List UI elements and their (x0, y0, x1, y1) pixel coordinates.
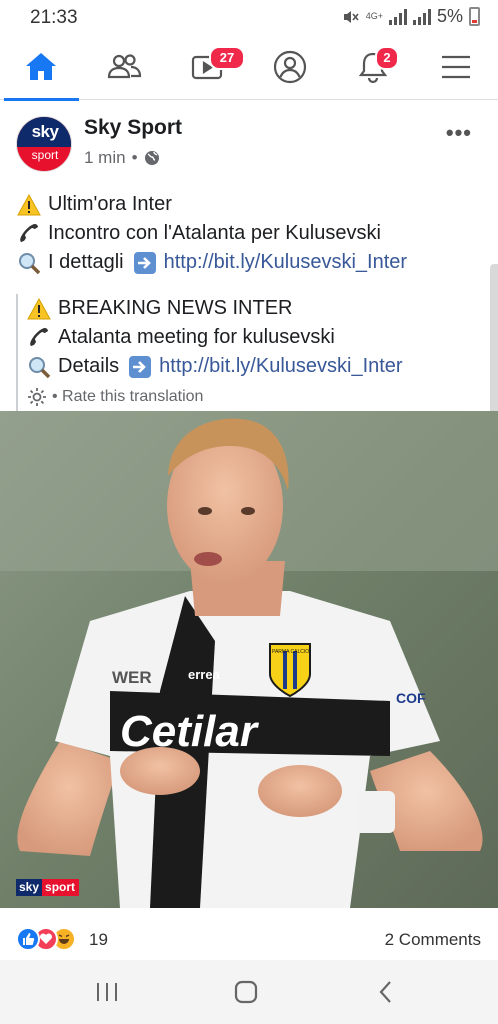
shirt-brand: errea (188, 667, 221, 682)
battery-icon (469, 7, 480, 26)
status-icons: 4G+ 5% (342, 6, 480, 27)
translation-line-text: Details (58, 355, 120, 377)
rate-separator: • (52, 388, 63, 405)
translation-block: BREAKING NEWS INTER Atalanta meeting for… (16, 294, 486, 411)
hamburger-icon (442, 55, 470, 79)
page-avatar[interactable]: sky sport (16, 116, 72, 172)
post-line-text: Ultim'ora Inter (48, 193, 172, 215)
watch-badge: 27 (209, 46, 245, 70)
back-button[interactable] (366, 976, 406, 1008)
recents-button[interactable] (87, 976, 127, 1008)
meta-separator: • (131, 148, 138, 167)
signal-icon (388, 8, 407, 25)
more-options-button[interactable]: ••• (446, 120, 472, 146)
sleeve-sponsor: COF (396, 690, 426, 706)
tab-watch[interactable]: 27 (166, 34, 248, 100)
home-icon (26, 53, 56, 80)
gear-icon (28, 387, 46, 406)
back-icon (379, 981, 391, 1003)
avatar-logo-sport: sport (31, 148, 59, 162)
translation-line: Details http://bit.ly/Kulusevski_Inter (26, 352, 486, 381)
warning-icon (16, 192, 42, 218)
system-nav-bar (0, 960, 498, 1024)
shirt-sponsor: Cetilar (120, 707, 260, 756)
rate-translation-label: Rate this translation (62, 388, 204, 405)
home-button-icon (234, 980, 258, 1004)
friends-icon (107, 54, 142, 79)
reactions-bar: 19 2 Comments (0, 908, 498, 960)
translation-line-text: Atalanta meeting for kulusevski (58, 326, 335, 348)
phone-icon (26, 325, 52, 351)
post-time[interactable]: 1 min (84, 148, 126, 168)
translation-line: Atalanta meeting for kulusevski (26, 323, 486, 352)
rate-translation[interactable]: • Rate this translation (26, 382, 486, 411)
tab-profile[interactable] (249, 34, 331, 100)
badge-text: PARMA CALCIO (272, 649, 309, 655)
phone-icon (16, 221, 42, 247)
notifications-badge: 2 (375, 46, 399, 70)
post-header: sky sport Sky Sport 1 min • ••• (0, 100, 498, 182)
post-line: Incontro con l'Atalanta per Kulusevski (16, 219, 486, 248)
battery-percent: 5% (436, 6, 463, 26)
translation-line-text: BREAKING NEWS INTER (58, 297, 293, 319)
translation-link[interactable]: http://bit.ly/Kulusevski_Inter (159, 352, 402, 381)
signal-icon-2 (412, 8, 431, 25)
like-reaction-icon (16, 927, 40, 951)
player-photo: Cetilar errea WER PARMA CALCIO COF (0, 411, 498, 908)
page-name[interactable]: Sky Sport (84, 116, 182, 140)
tab-friends[interactable] (83, 34, 165, 100)
status-time: 21:33 (30, 7, 78, 28)
avatar-logo-sky: sky (31, 122, 59, 141)
post-line-text: I dettagli (48, 251, 124, 273)
reaction-icons[interactable] (16, 927, 76, 951)
tab-home[interactable] (0, 34, 82, 101)
arrow-right-icon (132, 250, 158, 276)
home-button[interactable] (226, 976, 266, 1008)
tab-notifications[interactable]: 2 (332, 34, 414, 100)
comments-count[interactable]: 2 Comments (385, 930, 481, 950)
magnifier-icon (16, 250, 42, 276)
shirt-sleeve-text: WER (112, 668, 152, 687)
post-line-text: Incontro con l'Atalanta per Kulusevski (48, 222, 381, 244)
top-nav-bar: 27 2 (0, 34, 498, 101)
post-photo[interactable]: Cetilar errea WER PARMA CALCIO COF sky sp… (0, 411, 498, 908)
mute-icon (343, 10, 359, 23)
warning-icon (26, 296, 52, 322)
sky-sport-watermark: sky sport (16, 879, 80, 896)
post-meta: 1 min • (84, 148, 160, 168)
status-bar: 21:33 4G+ 5% (0, 0, 498, 34)
post-text: Ultim'ora Inter Incontro con l'Atalanta … (16, 190, 486, 277)
network-type: 4G+ (365, 11, 383, 21)
post-line: I dettagli http://bit.ly/Kulusevski_Inte… (16, 248, 486, 277)
post-link[interactable]: http://bit.ly/Kulusevski_Inter (164, 248, 407, 277)
reaction-count[interactable]: 19 (89, 930, 108, 950)
post-line: Ultim'ora Inter (16, 190, 486, 219)
tab-menu[interactable] (415, 34, 497, 100)
recents-icon (97, 983, 117, 1001)
globe-icon (144, 151, 159, 165)
magnifier-icon (26, 354, 52, 380)
profile-icon (273, 50, 307, 84)
translation-line: BREAKING NEWS INTER (26, 294, 486, 323)
arrow-right-icon (127, 354, 153, 380)
